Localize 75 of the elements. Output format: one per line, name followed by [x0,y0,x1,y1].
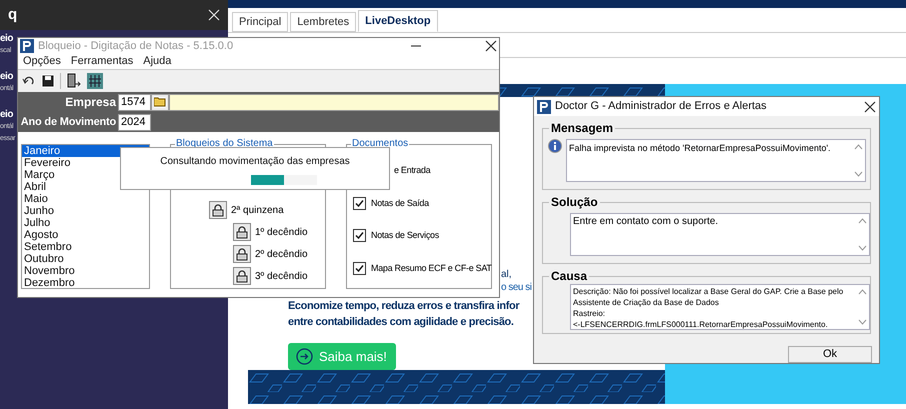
cause-line: <-LFSENCERRDIG.frmLFS000111.RetornarEmpresaPossuiMovimento. [573,319,829,329]
cause-line: Assistente de Criação da Base de Dados [573,297,720,308]
group-label: Solução [549,194,600,210]
window-title: Bloqueio - Digitação de Notas - 5.15.0.0 [38,38,234,54]
lock-label: 2º decêndio [255,248,308,262]
lock-label: 3º decêndio [255,270,308,284]
menu-item[interactable]: Ajuda [143,53,172,70]
lock-label: 2ª quinzena [231,204,284,218]
document-label: Notas de Serviços [371,229,439,242]
cause-line: Rastreio: [573,308,606,319]
ok-button[interactable]: Ok [788,346,872,363]
undo-icon[interactable] [22,75,36,87]
banner-text: o seu si [501,281,532,294]
scroll-down-icon[interactable] [858,245,866,252]
scroll-up-icon[interactable] [858,218,866,224]
message-textarea[interactable]: Falha imprevista no método 'RetornarEmpresaPossuiMovimento'. [566,139,866,182]
document-label: e Entrada [394,164,430,177]
scroll-down-icon[interactable] [858,319,866,325]
field-label: Ano de Movimento [20,114,117,130]
scroll-down-icon[interactable] [854,171,862,178]
document-label: Notas de Saída [371,196,429,210]
lock-button[interactable] [233,245,251,263]
menu-item[interactable]: Ferramentas [70,53,134,70]
menu-item[interactable]: Opções [23,53,61,70]
close-icon[interactable] [864,100,876,113]
scroll-up-icon[interactable] [854,144,862,150]
solution-textarea[interactable]: Entre em contato com o suporte. [570,213,870,256]
lock-button[interactable] [233,267,251,285]
app-logo-icon [537,100,551,114]
tab[interactable]: LiveDesktop [358,10,438,32]
padlock-icon [235,269,249,283]
grid-tool-icon[interactable] [87,73,103,89]
padlock-icon [211,203,225,217]
save-icon[interactable] [42,75,54,87]
company-code-field[interactable]: 1574 [118,94,151,110]
checkbox[interactable] [353,229,366,242]
month-item[interactable]: Setembro [22,241,149,253]
padlock-icon [235,225,249,239]
lock-label: 1º decêndio [255,226,308,240]
progress-message: Consultando movimentação das empresas [160,155,350,169]
item-title[interactable]: eio [0,33,13,45]
month-item[interactable]: Outubro [22,253,149,265]
month-item[interactable]: Maio [22,193,149,205]
window-title: Doctor G - Administrador de Erros e Alertas [555,99,768,114]
lock-button[interactable] [233,223,251,241]
banner-text: al, [501,268,512,281]
lock-button[interactable] [209,201,227,219]
open-folder-button[interactable] [151,94,169,110]
month-item[interactable]: Julho [22,217,149,229]
padlock-icon [235,247,249,261]
scroll-up-icon[interactable] [858,289,866,295]
year-field[interactable]: 2024 [118,114,151,130]
month-item[interactable]: Junho [22,205,149,217]
exit-door-icon[interactable] [67,73,81,89]
banner-headline: entre contabilidades com agilidade e precisão. [288,315,514,330]
cause-line: Descrição: Não foi possível localizar a Base Geral do GAP. Crie a Base pelo [573,286,844,297]
close-icon[interactable] [485,40,497,52]
company-name-field[interactable] [169,94,499,110]
month-item[interactable]: Novembro [22,265,149,277]
item-title[interactable]: eio [0,109,13,121]
checkbox[interactable] [353,262,366,275]
panel-title: q [8,4,18,25]
tab[interactable]: Principal [232,12,288,32]
item-title[interactable]: eio [0,71,13,83]
month-item[interactable]: Dezembro [22,277,149,289]
month-item[interactable]: Agosto [22,229,149,241]
folder-icon [154,97,166,107]
arrow-circle-icon [296,348,313,365]
info-icon [548,139,562,154]
checkbox[interactable] [353,196,366,210]
document-label: Mapa Resumo ECF e CF-e SAT [371,262,492,275]
banner-headline: Economize tempo, reduza erros e transfira infor [288,299,520,314]
field-label: Empresa [64,94,118,111]
cause-textarea[interactable]: Descrição: Não foi possível localizar a Base Geral do GAP. Crie a Base pelo Assistente de Criação da Base de Dados Rastreio: <-LFSENCERRDIG.frmLFS000111.RetornarEmpresaPossuiMovimento. [570,284,870,330]
tab[interactable]: Lembretes [290,12,356,32]
